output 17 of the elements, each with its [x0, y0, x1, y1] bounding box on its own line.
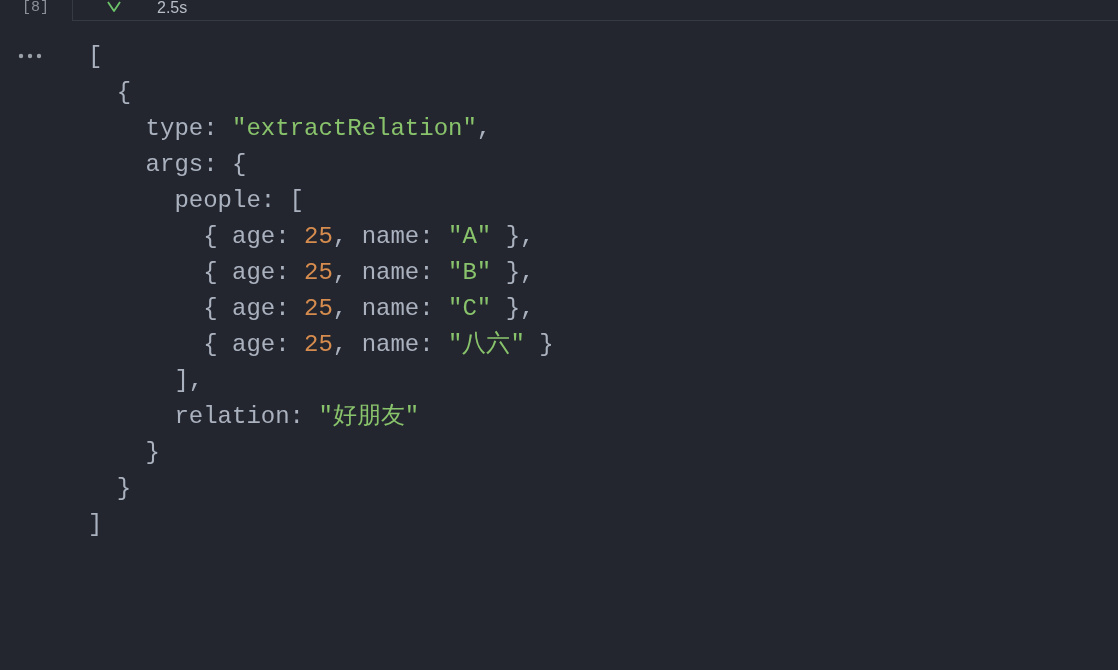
code-line: { age: 25, name: "B" },: [203, 258, 535, 288]
execution-count: [8]: [22, 0, 49, 16]
code-line: ]: [88, 510, 103, 540]
code-line: { age: 25, name: "A" },: [203, 222, 535, 252]
code-line: relation: "好朋友": [174, 402, 420, 432]
more-icon[interactable]: [18, 53, 42, 59]
code-line: { age: 25, name: "C" },: [203, 294, 535, 324]
duration-text: 2.5s: [157, 0, 188, 16]
code-line: {: [116, 78, 132, 108]
code-line: type: "extractRelation",: [145, 114, 492, 144]
code-line: }: [116, 474, 132, 504]
code-line: people: [: [174, 186, 304, 216]
code-line: args: {: [145, 150, 247, 180]
code-line: }: [145, 438, 160, 468]
code-line: [: [88, 42, 103, 72]
code-line: ],: [174, 366, 204, 396]
code-line: { age: 25, name: "八六" }: [203, 330, 554, 360]
